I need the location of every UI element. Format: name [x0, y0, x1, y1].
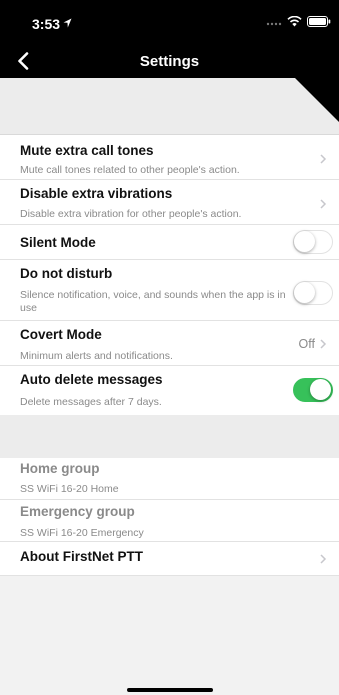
covert-mode-value: Off [298, 337, 315, 351]
settings-list: Mute extra call tones Mute call tones re… [0, 135, 339, 415]
group-list: Home group SS WiFi 16-20 Home Emergency … [0, 458, 339, 576]
row-title: Do not disturb [20, 266, 113, 281]
chevron-right-icon [320, 199, 327, 209]
row-title: Home group [20, 461, 100, 476]
chevron-right-icon [320, 339, 327, 349]
row-home-group: Home group SS WiFi 16-20 Home [0, 458, 339, 500]
status-icons [266, 16, 331, 27]
battery-icon [307, 16, 331, 27]
toggle-knob [294, 282, 315, 303]
header-band [0, 78, 339, 135]
row-disable-extra-vibrations[interactable]: Disable extra vibrations Disable extra v… [0, 180, 339, 225]
row-subtitle: SS WiFi 16-20 Emergency [20, 527, 144, 539]
navigation-bar: Settings [0, 44, 339, 78]
section-separator [0, 415, 339, 458]
status-time: 3:53 [32, 16, 61, 32]
row-title: About FirstNet PTT [20, 549, 143, 564]
corner-decoration [295, 78, 339, 122]
row-do-not-disturb: Do not disturb Silence notification, voi… [0, 260, 339, 321]
chevron-right-icon [320, 154, 327, 164]
chevron-right-icon [320, 554, 327, 564]
row-about-firstnet-ptt[interactable]: About FirstNet PTT [0, 542, 339, 576]
row-subtitle: Delete messages after 7 days. [20, 396, 162, 408]
row-title: Silent Mode [20, 235, 96, 250]
auto-delete-messages-toggle[interactable] [293, 378, 333, 402]
row-emergency-group: Emergency group SS WiFi 16-20 Emergency [0, 500, 339, 542]
silent-mode-toggle[interactable] [293, 230, 333, 254]
signal-dots-icon [266, 22, 282, 25]
row-covert-mode[interactable]: Covert Mode Minimum alerts and notificat… [0, 321, 339, 366]
status-bar: 3:53 [0, 0, 339, 44]
row-subtitle: Minimum alerts and notifications. [20, 350, 173, 362]
do-not-disturb-toggle[interactable] [293, 281, 333, 305]
row-subtitle: SS WiFi 16-20 Home [20, 483, 119, 495]
row-title: Auto delete messages [20, 372, 163, 387]
row-silent-mode: Silent Mode [0, 225, 339, 260]
row-subtitle: Mute call tones related to other people'… [20, 164, 240, 176]
location-arrow-icon [63, 18, 72, 28]
row-subtitle: Disable extra vibration for other people… [20, 208, 242, 220]
row-auto-delete-messages: Auto delete messages Delete messages aft… [0, 366, 339, 415]
page-title: Settings [139, 53, 200, 70]
row-title: Emergency group [20, 504, 135, 519]
row-subtitle: Silence notification, voice, and sounds … [20, 289, 286, 314]
row-title: Mute extra call tones [20, 143, 154, 158]
toggle-knob [310, 379, 331, 400]
row-title: Disable extra vibrations [20, 186, 173, 201]
toggle-knob [294, 231, 315, 252]
row-mute-extra-call-tones[interactable]: Mute extra call tones Mute call tones re… [0, 135, 339, 180]
wifi-icon [287, 16, 302, 27]
home-indicator [127, 688, 213, 692]
row-title: Covert Mode [20, 327, 102, 342]
